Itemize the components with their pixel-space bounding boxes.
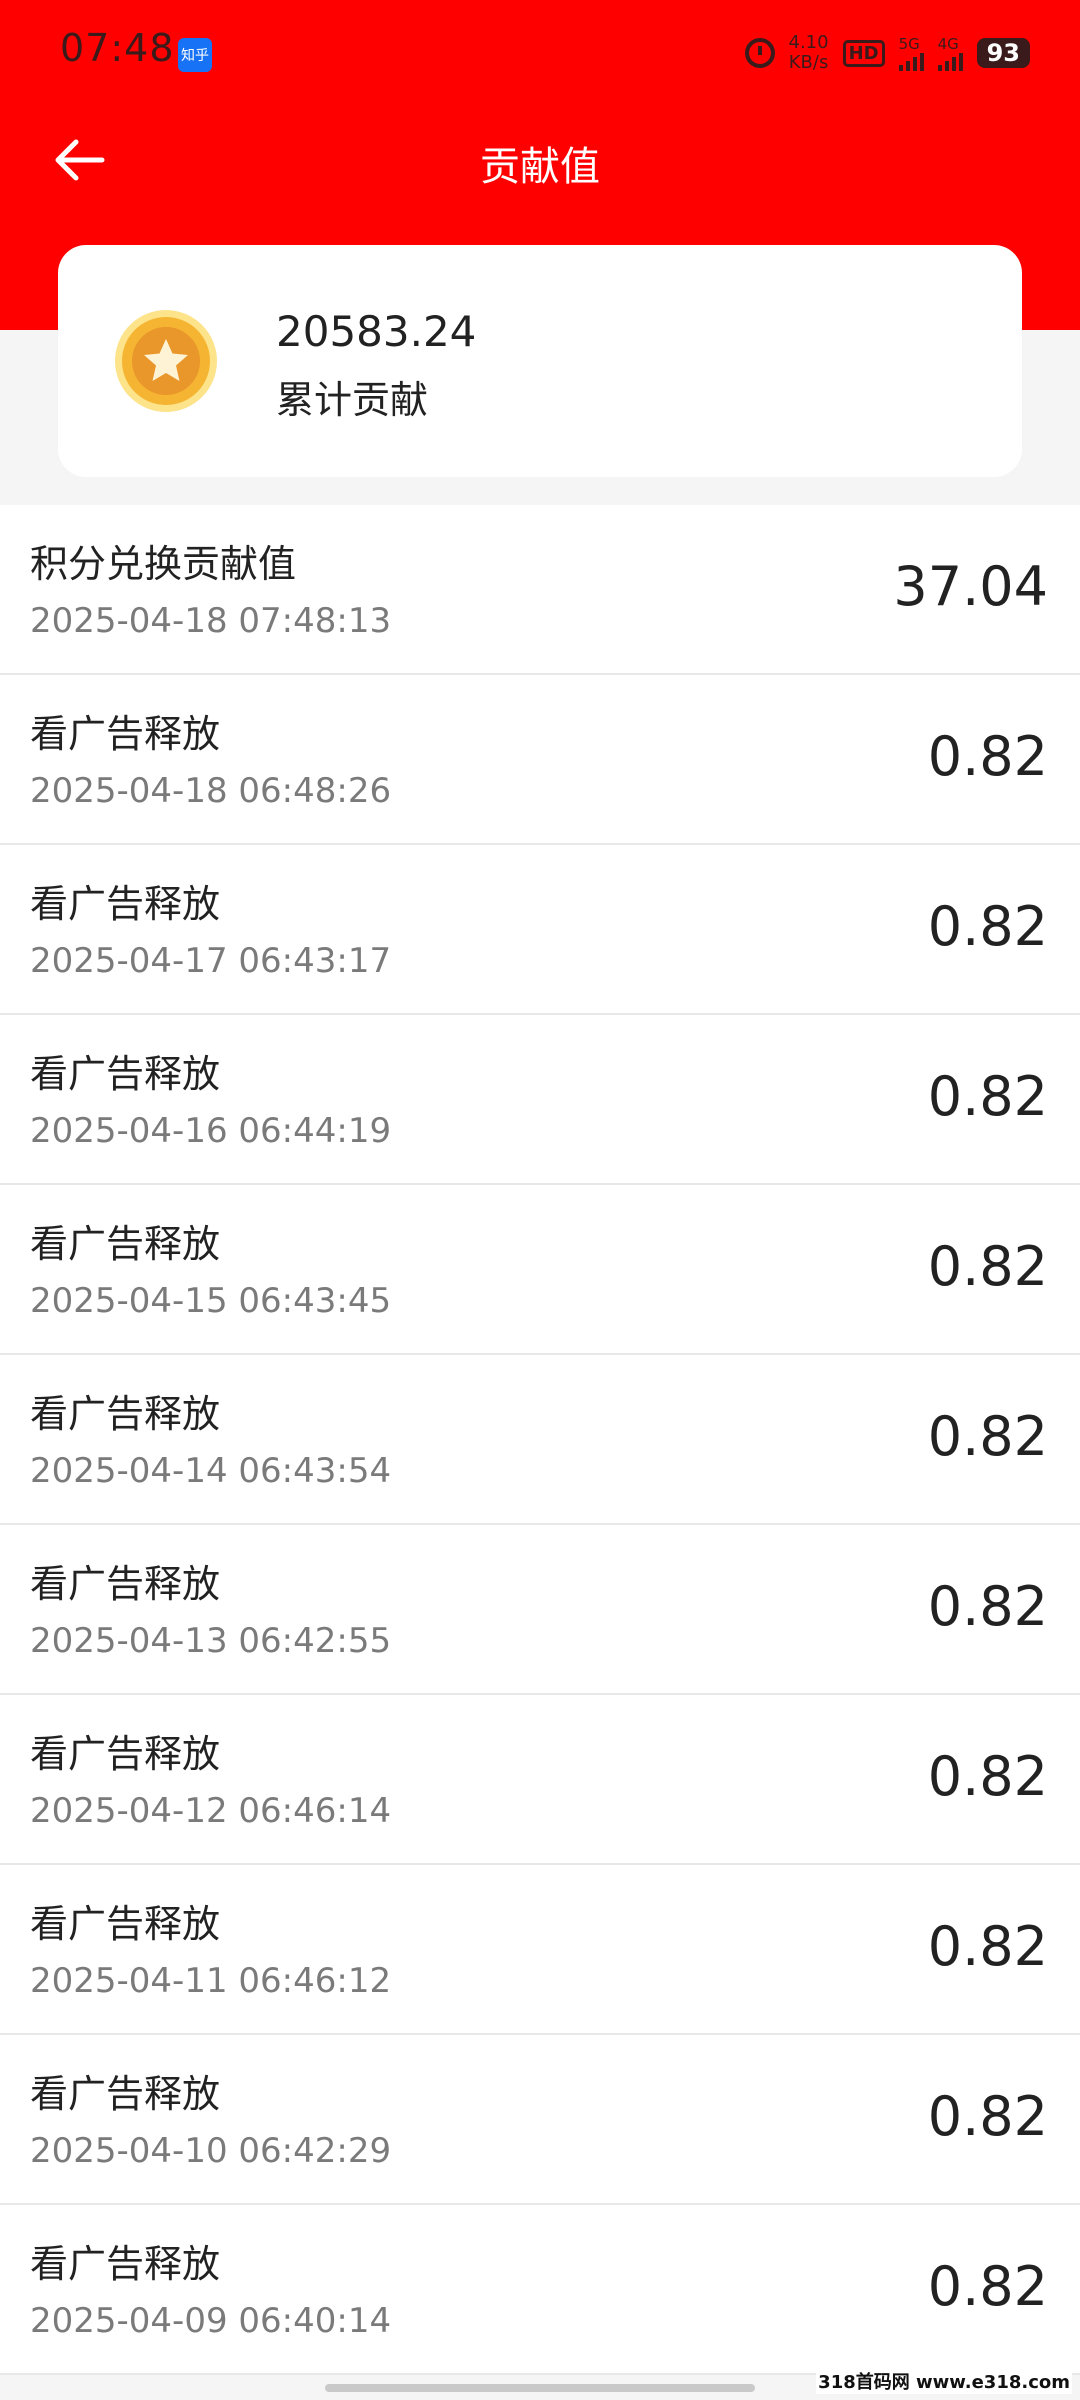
record-date: 2025-04-11 06:46:12 <box>30 1961 392 2001</box>
record-amount: 0.82 <box>927 1235 1048 1298</box>
status-bar: 07:48 知乎 4.10 KB/s HD 5G 4G 93 <box>0 0 1080 100</box>
record-label: 看广告释放 <box>30 1732 221 1776</box>
record-row: 看广告释放 2025-04-10 06:42:29 0.82 <box>0 2035 1080 2205</box>
contribution-record-list: 积分兑换贡献值 2025-04-18 07:48:13 37.04 看广告释放 2025… <box>0 505 1080 2375</box>
star-coin-icon <box>115 310 217 412</box>
record-amount: 0.82 <box>927 1065 1048 1128</box>
status-time: 07:48 <box>60 26 175 70</box>
total-contribution-value: 20583.24 <box>276 307 477 356</box>
record-amount: 37.04 <box>893 555 1048 618</box>
battery-indicator: 93 <box>976 38 1030 68</box>
signal-5g-label: 5G <box>898 35 920 53</box>
summary-card: 20583.24 累计贡献 <box>58 245 1022 477</box>
record-amount: 0.82 <box>927 1405 1048 1468</box>
record-label: 看广告释放 <box>30 882 221 926</box>
record-label: 看广告释放 <box>30 2242 221 2286</box>
record-label: 看广告释放 <box>30 1222 221 1266</box>
record-label: 积分兑换贡献值 <box>30 542 297 586</box>
watermark: 318首码网 www.e318.com <box>816 2368 1072 2394</box>
record-date: 2025-04-16 06:44:19 <box>30 1111 392 1151</box>
record-date: 2025-04-13 06:42:55 <box>30 1621 392 1661</box>
total-contribution-label: 累计贡献 <box>276 378 429 422</box>
record-label: 看广告释放 <box>30 1052 221 1096</box>
signal-4g-icon: 4G <box>937 35 963 71</box>
signal-4g-label: 4G <box>937 35 959 53</box>
record-date: 2025-04-10 06:42:29 <box>30 2131 392 2171</box>
network-speed: 4.10 KB/s <box>789 33 829 73</box>
record-amount: 0.82 <box>927 1745 1048 1808</box>
record-row: 看广告释放 2025-04-13 06:42:55 0.82 <box>0 1525 1080 1695</box>
record-row: 积分兑换贡献值 2025-04-18 07:48:13 37.04 <box>0 505 1080 675</box>
record-label: 看广告释放 <box>30 2072 221 2116</box>
record-date: 2025-04-18 07:48:13 <box>30 601 392 641</box>
record-amount: 0.82 <box>927 725 1048 788</box>
record-row: 看广告释放 2025-04-09 06:40:14 0.82 <box>0 2205 1080 2375</box>
record-date: 2025-04-09 06:40:14 <box>30 2301 392 2341</box>
record-amount: 0.82 <box>927 2085 1048 2148</box>
gesture-home-bar[interactable] <box>325 2384 755 2392</box>
zhihu-notification-icon: 知乎 <box>178 38 212 72</box>
record-row: 看广告释放 2025-04-15 06:43:45 0.82 <box>0 1185 1080 1355</box>
record-row: 看广告释放 2025-04-11 06:46:12 0.82 <box>0 1865 1080 2035</box>
record-label: 看广告释放 <box>30 712 221 756</box>
record-row: 看广告释放 2025-04-14 06:43:54 0.82 <box>0 1355 1080 1525</box>
record-amount: 0.82 <box>927 1575 1048 1638</box>
record-row: 看广告释放 2025-04-16 06:44:19 0.82 <box>0 1015 1080 1185</box>
alarm-icon <box>744 38 775 68</box>
record-date: 2025-04-12 06:46:14 <box>30 1791 392 1831</box>
record-date: 2025-04-17 06:43:17 <box>30 941 392 981</box>
record-date: 2025-04-15 06:43:45 <box>30 1281 392 1321</box>
status-indicators: 4.10 KB/s HD 5G 4G 93 <box>744 28 1030 78</box>
signal-5g-icon: 5G <box>898 35 924 71</box>
record-label: 看广告释放 <box>30 1902 221 1946</box>
record-amount: 0.82 <box>927 1915 1048 1978</box>
record-row: 看广告释放 2025-04-12 06:46:14 0.82 <box>0 1695 1080 1865</box>
network-speed-value: 4.10 <box>788 32 829 53</box>
record-date: 2025-04-18 06:48:26 <box>30 771 392 811</box>
page-title: 贡献值 <box>480 144 600 190</box>
record-label: 看广告释放 <box>30 1562 221 1606</box>
record-amount: 0.82 <box>927 895 1048 958</box>
record-amount: 0.82 <box>927 2255 1048 2318</box>
record-date: 2025-04-14 06:43:54 <box>30 1451 392 1491</box>
record-label: 看广告释放 <box>30 1392 221 1436</box>
network-speed-unit: KB/s <box>788 52 829 73</box>
record-row: 看广告释放 2025-04-17 06:43:17 0.82 <box>0 845 1080 1015</box>
record-row: 看广告释放 2025-04-18 06:48:26 0.82 <box>0 675 1080 845</box>
hd-voice-icon: HD <box>842 39 885 67</box>
